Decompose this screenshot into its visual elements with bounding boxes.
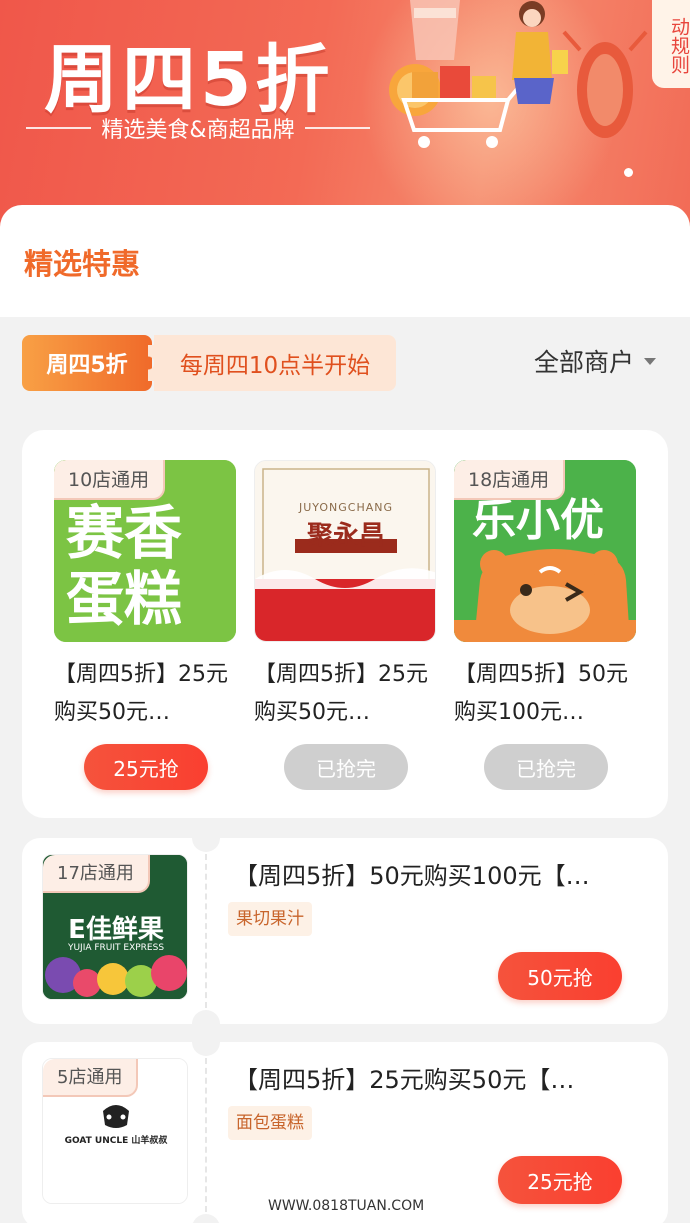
- rules-button[interactable]: 动规则: [652, 0, 690, 88]
- grab-button[interactable]: 50元抢: [498, 952, 622, 1000]
- deal-image: 赛香蛋糕 10店通用: [54, 460, 236, 642]
- banner-subtitle-text: 精选美食&商超品牌: [101, 118, 295, 143]
- carousel-dot: [624, 168, 633, 177]
- deal-item[interactable]: JUYONGCHANG 聚永昌 【周四5折】25元购买50元… 已抢完: [254, 460, 436, 790]
- ticket-divider: [205, 854, 207, 1008]
- grab-button[interactable]: 25元抢: [84, 744, 208, 790]
- category-tag: 面包蛋糕: [228, 1106, 312, 1140]
- deal-list-item[interactable]: GOAT UNCLE 山羊叔叔 5店通用 【周四5折】25元购买50元【… 面包…: [22, 1042, 668, 1223]
- featured-deals-card: 赛香蛋糕 10店通用 【周四5折】25元购买50元… 25元抢 JUYONGCH…: [22, 430, 668, 818]
- section-header: 精选特惠: [0, 205, 690, 317]
- banner-subtitle: 精选美食&商超品牌: [26, 112, 370, 144]
- chevron-down-icon: [644, 357, 657, 365]
- section-title: 精选特惠: [24, 247, 141, 281]
- category-tag: 果切果汁: [228, 902, 312, 936]
- deal-item[interactable]: 赛香蛋糕 10店通用 【周四5折】25元购买50元… 25元抢: [54, 460, 236, 790]
- deal-title: 【周四5折】50元购买100元【…: [234, 862, 590, 890]
- banner-title: 周四5折: [44, 37, 334, 123]
- deal-image: E佳鲜果 YUJIA FRUIT EXPRESS 17店通用: [42, 854, 188, 1000]
- store-count-tag: 5店通用: [43, 1059, 139, 1097]
- brand-text: E佳鲜果: [68, 915, 164, 945]
- brand-sub: YUJIA FRUIT EXPRESS: [67, 943, 165, 953]
- deal-title: 【周四5折】25元购买50元…: [254, 662, 428, 725]
- sold-out-button[interactable]: 已抢完: [284, 744, 408, 790]
- divider: [26, 127, 92, 129]
- brand-text: 赛香蛋糕: [66, 499, 183, 633]
- crayfish-illustration: [562, 30, 648, 138]
- store-count-tag: 17店通用: [43, 855, 150, 893]
- deal-title: 【周四5折】50元购买100元…: [454, 662, 628, 725]
- promo-banner[interactable]: 周四5折 精选美食&商超品牌 动规则: [0, 0, 690, 240]
- filter-tag[interactable]: 周四5折: [22, 335, 152, 391]
- sold-out-button[interactable]: 已抢完: [484, 744, 608, 790]
- ticket-notch: [192, 838, 220, 852]
- merchant-dropdown[interactable]: 全部商户: [534, 343, 657, 379]
- grab-button[interactable]: 25元抢: [498, 1156, 622, 1204]
- deal-image: GOAT UNCLE 山羊叔叔 5店通用: [42, 1058, 188, 1204]
- deal-title: 【周四5折】25元购买50元…: [54, 662, 228, 725]
- store-count-tag: 10店通用: [54, 460, 166, 500]
- deal-image: JUYONGCHANG 聚永昌: [254, 460, 436, 642]
- ticket-notch: [192, 1214, 220, 1223]
- brand-sub: JUYONGCHANG: [298, 501, 394, 514]
- brand-text: GOAT UNCLE 山羊叔叔: [64, 1136, 168, 1146]
- drink-illustration: [410, 0, 460, 60]
- divider: [304, 127, 370, 129]
- merchant-dropdown-label: 全部商户: [534, 348, 635, 377]
- store-count-tag: 18店通用: [454, 460, 566, 500]
- deal-image: 乐小优 18店通用: [454, 460, 636, 642]
- ticket-notch: [192, 1010, 220, 1024]
- deal-list-item[interactable]: E佳鲜果 YUJIA FRUIT EXPRESS 17店通用 【周四5折】50元…: [22, 838, 668, 1024]
- ticket-divider: [205, 1058, 207, 1212]
- brand-text: 聚永昌: [306, 521, 385, 551]
- deal-title: 【周四5折】25元购买50元【…: [234, 1066, 575, 1094]
- deal-item[interactable]: 乐小优 18店通用 【周四5折】50元购买100元… 已抢完: [454, 460, 636, 790]
- filter-schedule-note: 每周四10点半开始: [148, 335, 396, 391]
- ticket-notch: [192, 1042, 220, 1056]
- watermark: WWW.0818TUAN.COM: [268, 1198, 425, 1214]
